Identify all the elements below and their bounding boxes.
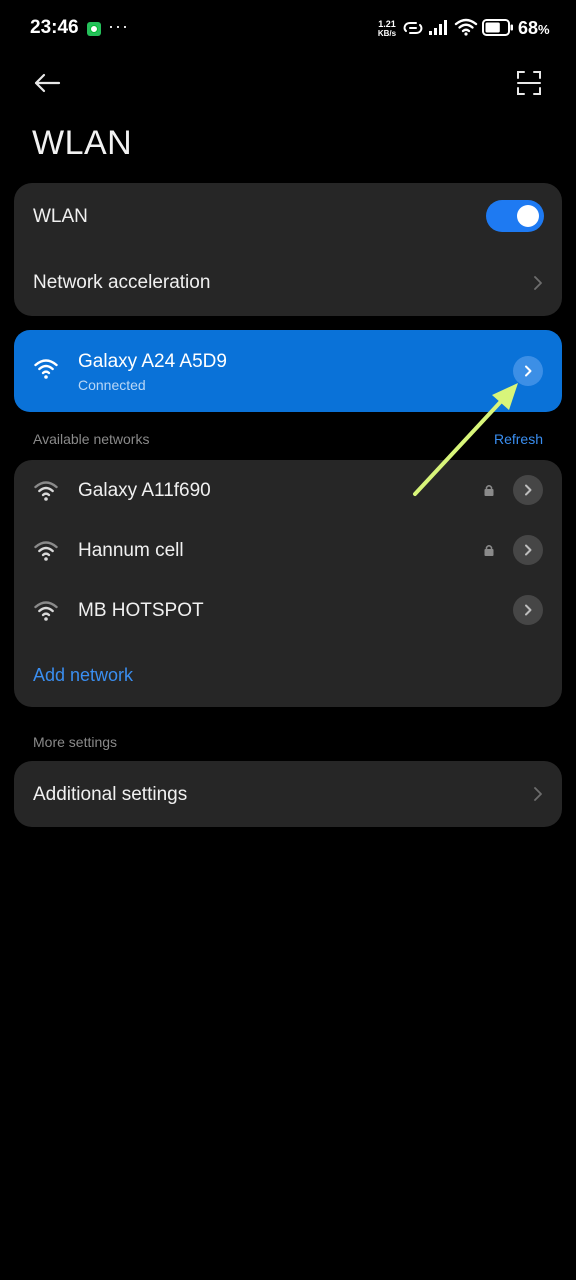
add-network-button[interactable]: Add network: [33, 665, 133, 686]
connected-network-card[interactable]: Galaxy A24 A5D9 Connected: [14, 330, 562, 412]
battery-percent-value: 68: [518, 18, 539, 38]
available-networks-card: Galaxy A11f690 Hannum cell MB HOTSPOT Add …: [14, 460, 562, 707]
network-name: Galaxy A11f690: [78, 480, 211, 501]
lock-icon: [484, 485, 494, 496]
wifi-signal-icon: [34, 601, 58, 621]
wifi-signal-icon: [34, 541, 58, 561]
chevron-right-icon: [534, 276, 542, 290]
hotspot-link-icon: [403, 22, 423, 34]
notification-app-icon: [87, 22, 101, 36]
network-row[interactable]: Hannum cell: [14, 520, 562, 580]
refresh-button[interactable]: Refresh: [494, 431, 543, 447]
network-name: MB HOTSPOT: [78, 600, 204, 621]
more-notifications-icon: ···: [108, 16, 129, 36]
chevron-right-icon: [525, 544, 532, 556]
wlan-toggle-switch[interactable]: [486, 200, 544, 232]
scan-icon: [517, 71, 541, 95]
network-row[interactable]: MB HOTSPOT: [14, 580, 562, 640]
status-bar: 23:46 ··· 1.21 KB/s 68%: [0, 0, 576, 58]
connected-network-status: Connected: [78, 377, 146, 393]
wlan-toggle-label: WLAN: [33, 206, 88, 227]
network-details-button[interactable]: [513, 595, 543, 625]
available-networks-heading: Available networks: [33, 431, 150, 447]
battery-percent: 68%: [518, 18, 550, 39]
connected-network-name: Galaxy A24 A5D9: [78, 351, 227, 372]
network-details-button[interactable]: [513, 535, 543, 565]
additional-settings-label: Additional settings: [33, 784, 188, 805]
battery-percent-symbol: %: [538, 22, 550, 37]
status-time: 23:46: [30, 17, 79, 38]
lock-icon: [484, 545, 494, 556]
additional-settings-row[interactable]: Additional settings: [14, 761, 562, 827]
back-button[interactable]: [27, 63, 67, 103]
scan-qr-button[interactable]: [509, 63, 549, 103]
wifi-status-icon: [454, 18, 478, 36]
chevron-right-icon: [525, 365, 532, 377]
chevron-right-icon: [534, 787, 542, 801]
network-row[interactable]: Galaxy A11f690: [14, 460, 562, 520]
connected-network-details-button[interactable]: [513, 356, 543, 386]
battery-icon: [482, 19, 513, 36]
network-acceleration-label: Network acceleration: [33, 272, 211, 293]
more-settings-heading: More settings: [33, 734, 118, 750]
chevron-right-icon: [525, 604, 532, 616]
cellular-signal-icon: [429, 20, 447, 35]
network-name: Hannum cell: [78, 540, 184, 561]
network-acceleration-row[interactable]: Network acceleration: [14, 249, 562, 316]
page-title: WLAN: [32, 124, 133, 162]
network-details-button[interactable]: [513, 475, 543, 505]
wifi-signal-icon: [34, 481, 58, 501]
network-speed: 1.21 KB/s: [374, 19, 400, 39]
network-speed-value: 1.21: [378, 19, 396, 29]
wifi-signal-icon: [34, 359, 58, 379]
network-speed-unit: KB/s: [377, 29, 397, 38]
chevron-right-icon: [525, 484, 532, 496]
wlan-settings-card: WLAN Network acceleration: [14, 183, 562, 316]
wlan-toggle-row[interactable]: WLAN: [14, 183, 562, 249]
back-arrow-icon: [34, 73, 61, 93]
